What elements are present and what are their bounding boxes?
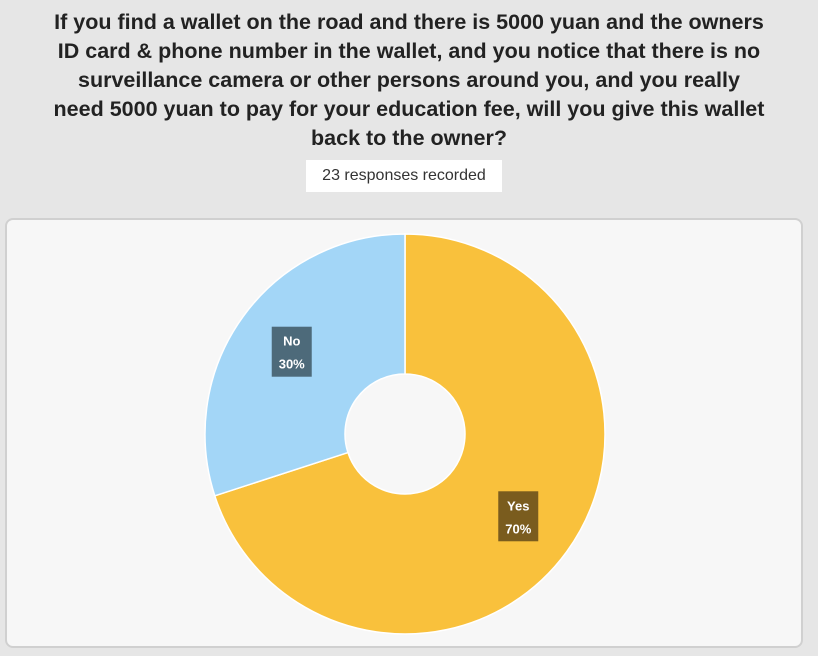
slice-label-yes: Yes 70%: [498, 491, 539, 542]
slice-category-label: No: [283, 334, 300, 349]
donut-chart: Yes 70% No 30%: [204, 233, 606, 635]
slice-category-label: Yes: [507, 498, 529, 513]
slice-value-label: 70%: [505, 521, 531, 536]
slice-value-label: 30%: [279, 357, 305, 372]
slice-label-no: No 30%: [271, 326, 312, 377]
